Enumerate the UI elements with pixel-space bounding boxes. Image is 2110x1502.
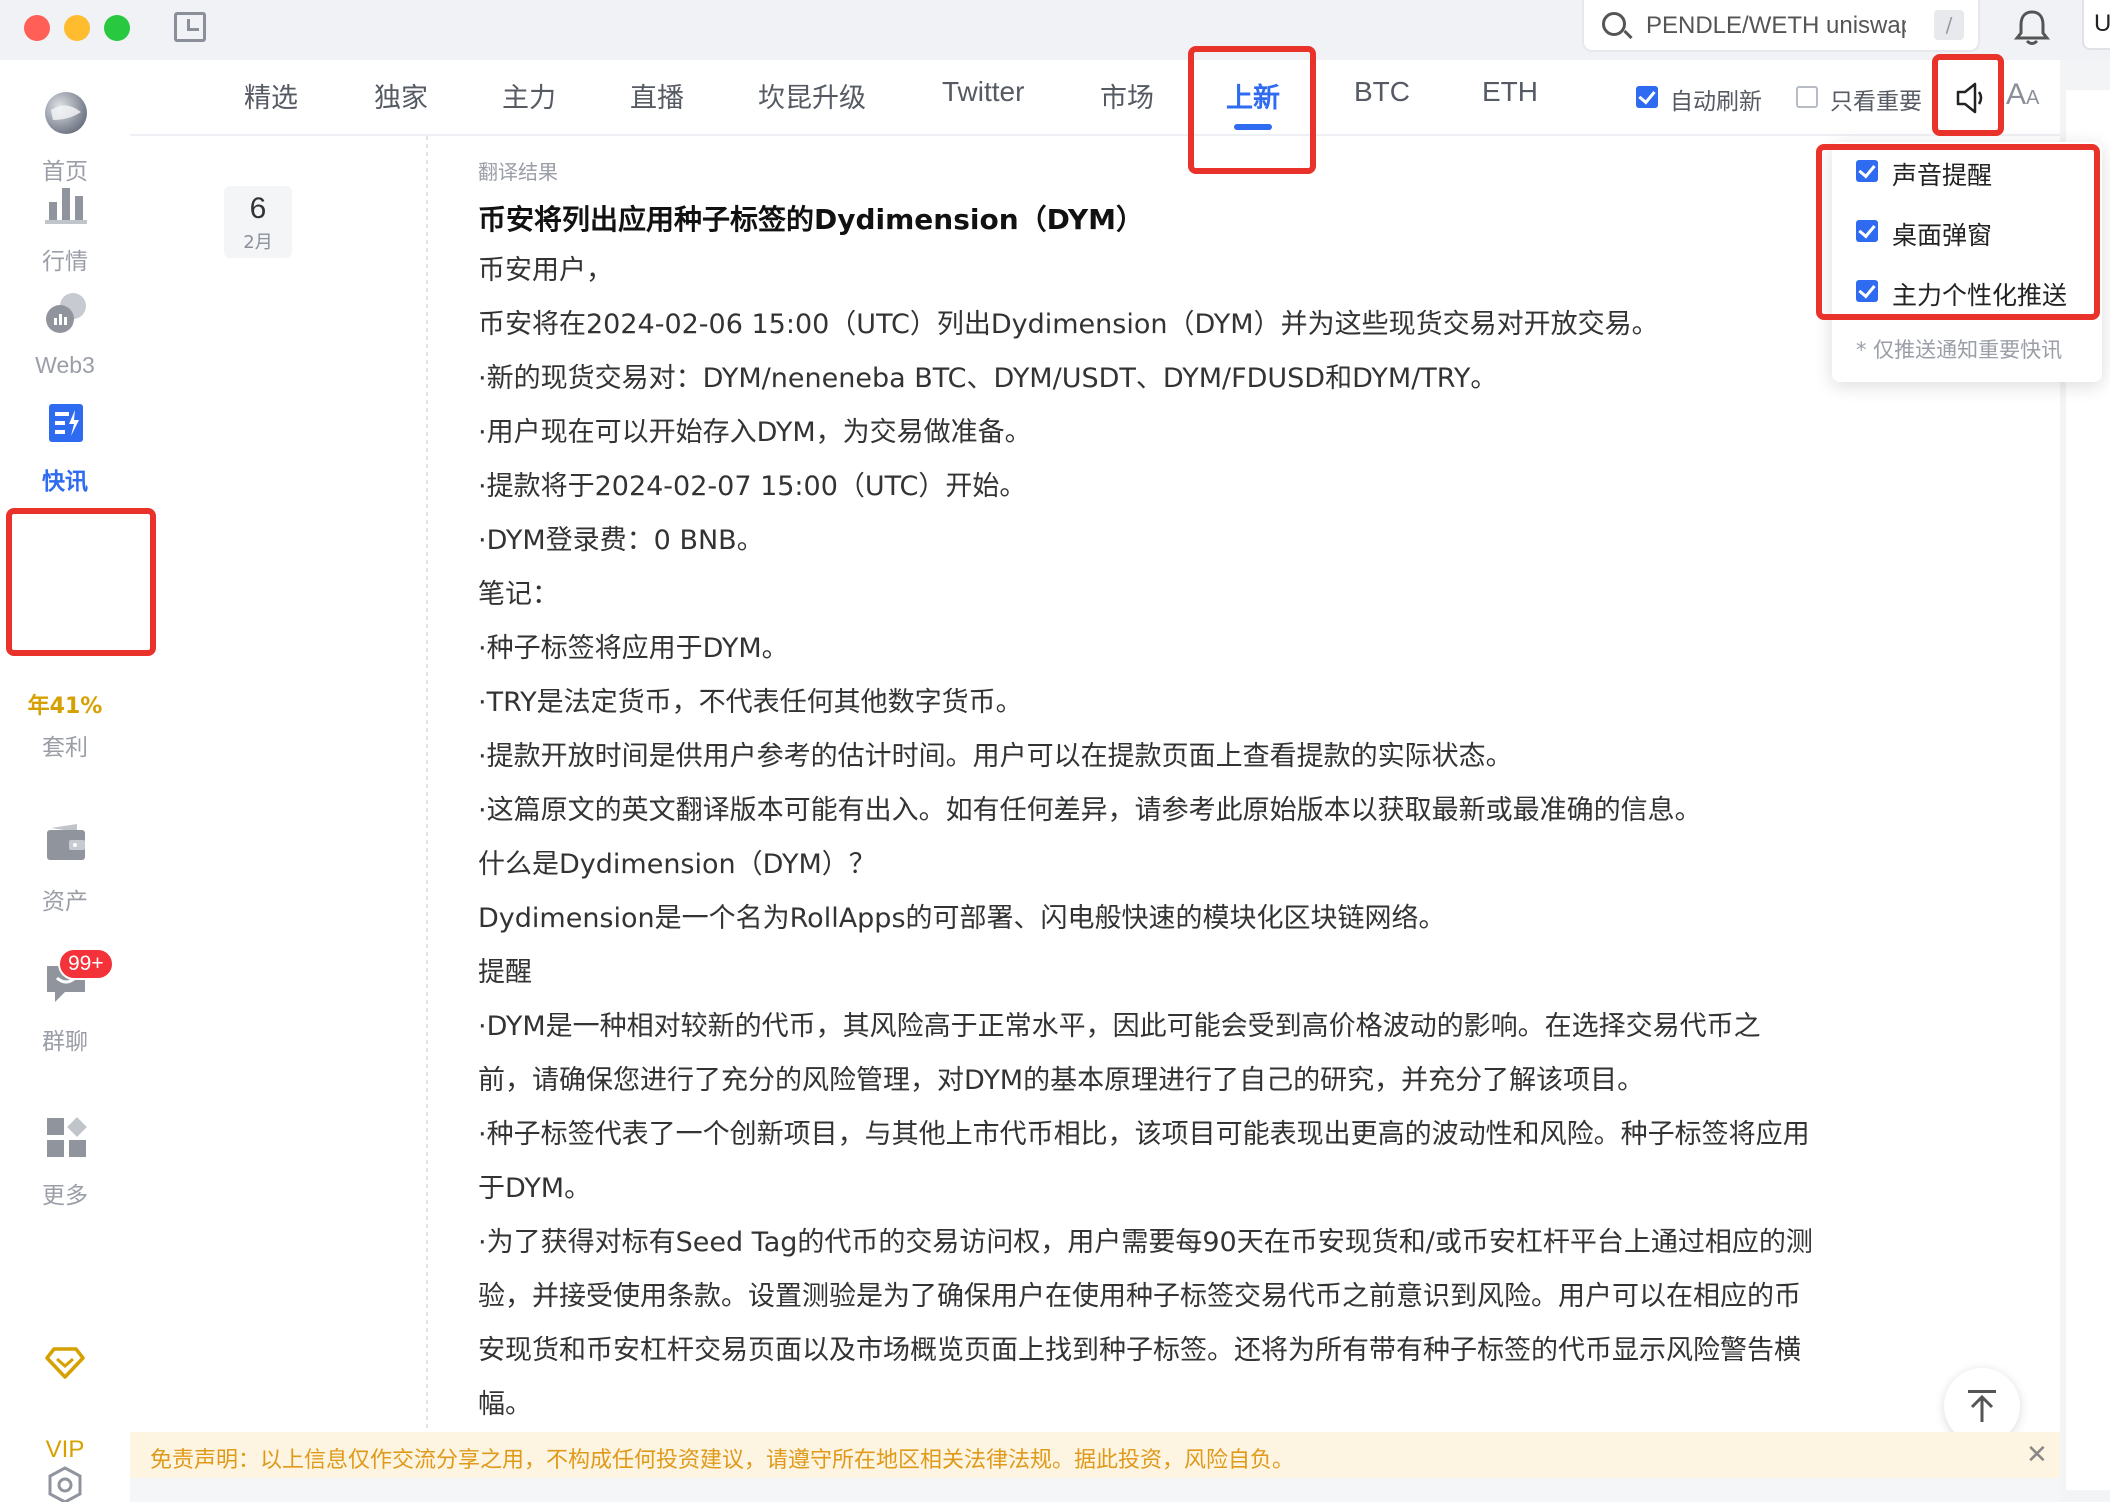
date-day: 6 xyxy=(249,192,267,225)
search-shortcut-hint: / xyxy=(1934,10,1964,40)
timeline-divider xyxy=(426,136,428,1496)
tab-featured[interactable]: 精选 xyxy=(244,76,298,115)
article-line: ·种子标签代表了一个创新项目，与其他上市代币相比，该项目可能表现出更高的波动性和… xyxy=(478,1119,1810,1150)
article-line: ·用户现在可以开始存入DYM，为交易做准备。 xyxy=(478,417,1032,448)
disclaimer-text: 免责声明：以上信息仅作交流分享之用，不构成任何投资建议，请遵守所在地区相关法律法… xyxy=(150,1448,1295,1473)
article-line: ·DYM是一种相对较新的代币，其风险高于正常水平，因此可能会受到高价格波动的影响… xyxy=(478,1011,1761,1042)
article-line: 什么是Dydimension（DYM）？ xyxy=(478,849,876,880)
sidebar-item-more[interactable]: 更多 xyxy=(0,1114,130,1224)
tab-whales[interactable]: 主力 xyxy=(502,76,556,115)
sidebar-item-label: 资产 xyxy=(42,889,88,915)
arbitrage-rate[interactable]: 年41% xyxy=(0,688,130,720)
arrow-up-icon xyxy=(1968,1390,1996,1422)
article-line: ·为了获得对标有Seed Tag的代币的交易访问权，用户需要每90天在币安现货和… xyxy=(478,1227,1813,1258)
search-input[interactable] xyxy=(1646,10,1906,42)
date-month: 2月 xyxy=(243,232,273,253)
tab-exclusive[interactable]: 独家 xyxy=(374,76,428,115)
vip-diamond-icon[interactable] xyxy=(44,1346,86,1380)
sidebar-item-web3[interactable]: Web3 xyxy=(0,290,130,400)
article-line: 于DYM。 xyxy=(478,1173,592,1204)
sidebar-item-label: 快讯 xyxy=(42,469,88,495)
article-body: 币安用户， 币安将在2024-02-06 15:00（UTC）列出Dydimen… xyxy=(478,244,2108,1432)
article-line: 安现货和币安杠杆交易页面以及市场概览页面上找到种子标签。还将为所有带有种子标签的… xyxy=(478,1335,1801,1366)
tab-btc[interactable]: BTC xyxy=(1354,76,1410,108)
article-line: ·提款将于2024-02-07 15:00（UTC）开始。 xyxy=(478,471,1027,502)
home-globe-icon xyxy=(45,92,87,134)
close-icon[interactable]: ✕ xyxy=(2026,1440,2048,1470)
auto-refresh-label[interactable]: 自动刷新 xyxy=(1670,82,1762,116)
article-line: Dydimension是一个名为RollApps的可部署、闪电般快速的模块化区块… xyxy=(478,903,1446,934)
article-line: 验，并接受使用条款。设置测验是为了确保用户在使用种子标签交易代币之前意识到风险。… xyxy=(478,1281,1801,1312)
close-window-button[interactable] xyxy=(24,15,50,41)
translation-result-label: 翻译结果 xyxy=(478,160,558,184)
dropdown-note: * 仅推送通知重要快讯 xyxy=(1856,338,2063,362)
article-line: ·TRY是法定货币，不代表任何其他数字货币。 xyxy=(478,687,1023,718)
layout-toggle-icon[interactable] xyxy=(174,12,206,42)
user-menu-chip[interactable]: U xyxy=(2082,0,2110,50)
sidebar-item-assets[interactable]: 资产 xyxy=(0,820,130,930)
tab-eth[interactable]: ETH xyxy=(1482,76,1538,108)
news-flash-icon xyxy=(49,404,83,442)
important-only-label[interactable]: 只看重要 xyxy=(1830,82,1922,116)
more-grid-icon xyxy=(47,1117,87,1157)
article-line: ·DYM登录费：0 BNB。 xyxy=(478,525,764,556)
wallet-icon xyxy=(47,824,85,860)
sidebar-item-market[interactable]: 行情 xyxy=(0,180,130,290)
article-line: ·这篇原文的英文翻译版本可能有出入。如有任何差异，请参考此原始版本以获取最新或最… xyxy=(478,795,1702,826)
sidebar-item-news[interactable]: 快讯 xyxy=(0,400,130,510)
market-bars-icon xyxy=(45,188,87,224)
sidebar-item-label: Web3 xyxy=(35,352,95,378)
tab-cancun-upgrade[interactable]: 坎昆升级 xyxy=(758,76,866,115)
article-line: ·种子标签将应用于DYM。 xyxy=(478,633,789,664)
sidebar-item-label: 群聊 xyxy=(42,1029,88,1055)
article-title[interactable]: 币安将列出应用种子标签的Dydimension（DYM） xyxy=(478,198,1144,238)
article-line: 幅。 xyxy=(478,1389,532,1420)
font-size-icon[interactable]: AA xyxy=(2006,78,2039,112)
window-titlebar: / U xyxy=(0,0,2110,60)
date-card: 6 2月 xyxy=(224,186,292,258)
disclaimer-bar: 免责声明：以上信息仅作交流分享之用，不构成任何投资建议，请遵守所在地区相关法律法… xyxy=(130,1432,2060,1478)
news-tab-bar: 精选 独家 主力 直播 坎昆升级 Twitter 市场 上新 BTC ETH 自… xyxy=(130,60,2060,136)
highlight-box-speaker xyxy=(1932,54,2004,136)
search-icon xyxy=(1602,12,1626,36)
tab-market[interactable]: 市场 xyxy=(1100,76,1154,115)
main-content: 精选 独家 主力 直播 坎昆升级 Twitter 市场 上新 BTC ETH 自… xyxy=(130,60,2060,1502)
article-line: 提醒 xyxy=(478,957,532,988)
article-line: 笔记： xyxy=(478,579,559,610)
arbitrage-label[interactable]: 套利 xyxy=(0,728,130,762)
tab-live[interactable]: 直播 xyxy=(630,76,684,115)
chat-unread-badge: 99+ xyxy=(58,948,114,980)
web3-icon xyxy=(46,293,86,333)
bottom-strip xyxy=(130,1478,2060,1502)
tab-twitter[interactable]: Twitter xyxy=(942,76,1024,108)
highlight-box-tab-new-listings xyxy=(1188,46,1316,174)
minimize-window-button[interactable] xyxy=(64,15,90,41)
bell-icon[interactable] xyxy=(2014,8,2050,46)
sidebar-item-label: 更多 xyxy=(42,1183,88,1209)
article-line: ·提款开放时间是供用户参考的估计时间。用户可以在提款页面上查看提款的实际状态。 xyxy=(478,741,1513,772)
search-box[interactable]: / xyxy=(1582,0,1980,52)
left-sidebar: 首页 行情 Web3 快讯 年41% 套利 资产 群聊 99+ 更多 VIP xyxy=(0,60,130,1502)
settings-gear-icon[interactable] xyxy=(46,1466,84,1502)
highlight-box-dropdown xyxy=(1816,144,2100,320)
vip-label[interactable]: VIP xyxy=(0,1436,130,1464)
auto-refresh-checkbox[interactable] xyxy=(1636,86,1658,108)
highlight-box-sidebar-news xyxy=(6,508,156,656)
important-only-checkbox[interactable] xyxy=(1796,86,1818,108)
sidebar-item-label: 行情 xyxy=(42,249,88,275)
maximize-window-button[interactable] xyxy=(104,15,130,41)
article-line: 前，请确保您进行了充分的风险管理，对DYM的基本原理进行了自己的研究，并充分了解… xyxy=(478,1065,1645,1096)
